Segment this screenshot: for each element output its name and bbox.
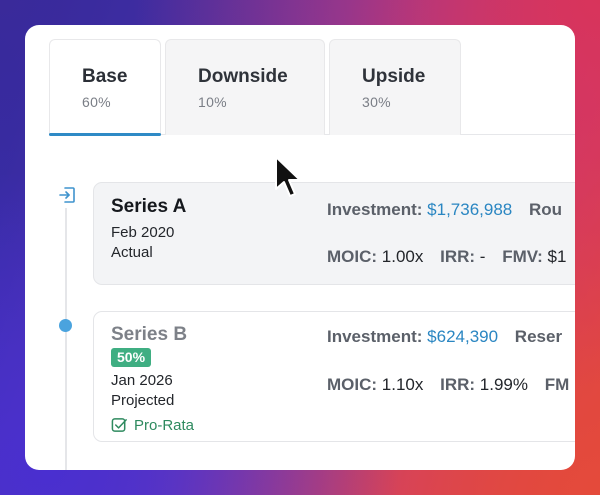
scenario-card: Base 60% Downside 10% Upside 30% Series … — [25, 25, 575, 470]
enter-icon — [59, 187, 75, 203]
tab-percent: 60% — [82, 94, 111, 110]
timeline-line — [65, 208, 67, 470]
moic-label: MOIC: — [327, 247, 378, 266]
investment-value: $1,736,988 — [427, 200, 513, 219]
scenario-tabs: Base 60% Downside 10% Upside 30% — [49, 39, 575, 136]
moic-value: 1.00x — [381, 247, 424, 266]
metrics-row: MOIC: 1.00x IRR: - FMV: $1 — [327, 247, 566, 267]
mouse-cursor-icon — [275, 156, 301, 197]
checkbox-checked-icon — [111, 417, 127, 432]
investment-row: Investment: $1,736,988 Rou — [327, 200, 562, 220]
prorata-checkbox[interactable]: Pro-Rata — [111, 415, 194, 435]
fmv-value: $1 — [547, 247, 567, 266]
moic-value: 1.10x — [381, 375, 424, 394]
investment-label: Investment: — [327, 200, 423, 219]
irr-value: 1.99% — [479, 375, 528, 394]
metrics-row: MOIC: 1.10x IRR: 1.99% FM — [327, 375, 569, 395]
round-status: Projected — [111, 392, 175, 409]
probability-badge: 50% — [111, 348, 152, 367]
irr-value: - — [479, 247, 486, 266]
fmv-label: FMV: — [502, 247, 543, 266]
tab-percent: 30% — [362, 94, 391, 110]
prorata-label: Pro-Rata — [134, 416, 195, 434]
investment-row: Investment: $624,390 Reser — [327, 327, 562, 347]
timeline-dot — [59, 319, 72, 332]
irr-label: IRR: — [440, 375, 476, 394]
fmv-label: FM — [544, 375, 570, 394]
tab-downside[interactable]: Downside 10% — [165, 39, 325, 135]
tab-label: Base — [82, 66, 128, 87]
round-date: Feb 2020 — [111, 224, 175, 241]
active-tab-indicator — [49, 133, 161, 136]
investment-value: $624,390 — [427, 327, 499, 346]
moic-label: MOIC: — [327, 375, 378, 394]
tab-percent: 10% — [198, 94, 227, 110]
tab-upside[interactable]: Upside 30% — [329, 39, 461, 135]
round-status: Actual — [111, 244, 153, 261]
round-card-series-a[interactable]: Series A Feb 2020 Actual Investment: $1,… — [93, 182, 575, 285]
round-name: Series A — [111, 196, 187, 217]
round-card-series-b[interactable]: Series B 50% Jan 2026 Projected Pro-Rata… — [93, 311, 575, 442]
round-extra-label: Reser — [514, 327, 563, 346]
tab-label: Upside — [362, 66, 426, 87]
tab-base[interactable]: Base 60% — [49, 39, 161, 135]
irr-label: IRR: — [440, 247, 476, 266]
investment-label: Investment: — [327, 327, 423, 346]
round-extra-label: Rou — [528, 200, 563, 219]
tab-label: Downside — [198, 66, 288, 87]
round-name: Series B — [111, 324, 188, 345]
round-date: Jan 2026 — [111, 372, 173, 389]
